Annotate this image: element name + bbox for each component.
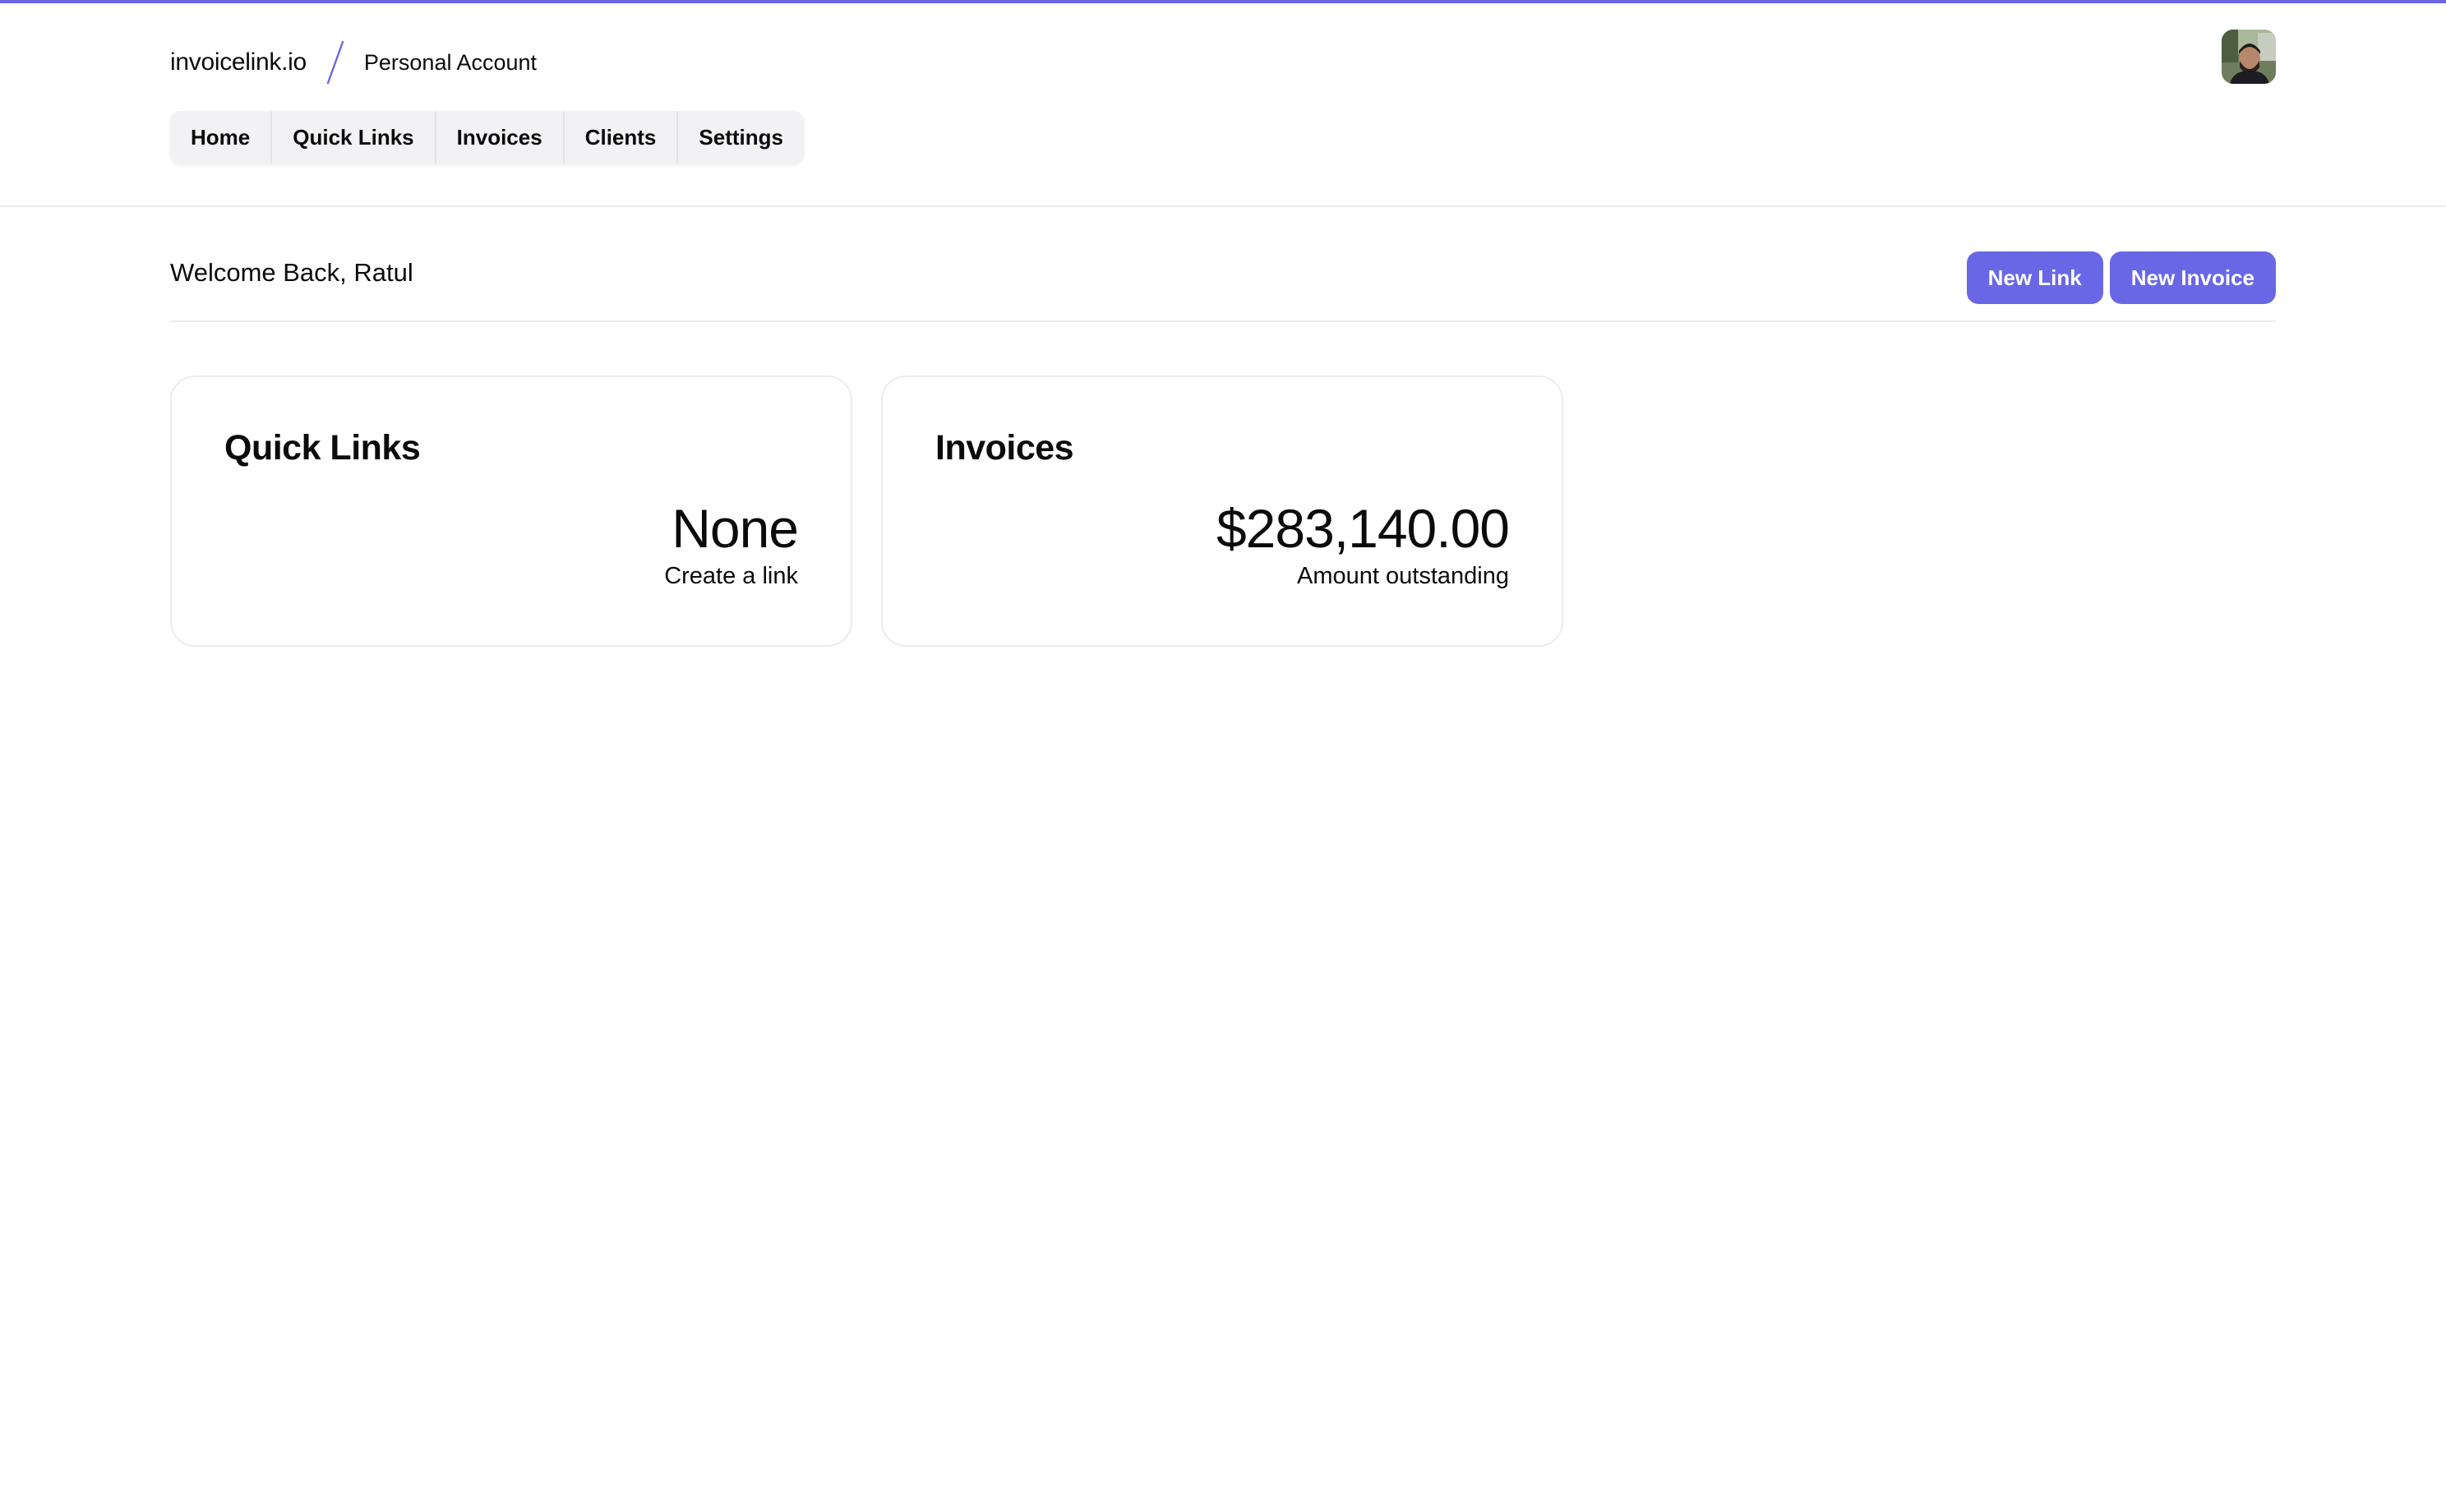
invoices-card[interactable]: Invoices $283,140.00 Amount outstanding — [881, 376, 1563, 647]
amount-outstanding-value: $283,140.00 — [1216, 498, 1510, 559]
action-buttons: New Link New Invoice — [1966, 251, 2276, 304]
account-switcher[interactable]: Personal Account — [364, 50, 537, 76]
nav-item-clients[interactable]: Clients — [565, 111, 679, 164]
brand-logo[interactable]: invoicelink.io — [170, 48, 307, 76]
nav-item-quick-links[interactable]: Quick Links — [272, 111, 436, 164]
card-title: Invoices — [935, 428, 1074, 468]
new-link-button[interactable]: New Link — [1966, 251, 2103, 304]
nav-item-settings[interactable]: Settings — [678, 111, 804, 164]
nav-item-home[interactable]: Home — [170, 111, 273, 164]
welcome-row: Welcome Back, Ratul New Link New Invoice — [170, 247, 2276, 322]
new-invoice-button[interactable]: New Invoice — [2109, 251, 2276, 304]
card-title: Quick Links — [224, 428, 421, 468]
app-header: invoicelink.io Personal Account Home Qui… — [0, 3, 2446, 207]
create-link-text[interactable]: Create a link — [664, 563, 798, 590]
nav-item-invoices[interactable]: Invoices — [436, 111, 565, 164]
brand-row: invoicelink.io Personal Account — [170, 36, 537, 89]
card-subtitle: Amount outstanding — [1297, 563, 1509, 589]
card-value: None — [671, 498, 799, 559]
slash-icon — [326, 39, 344, 85]
main-nav: Home Quick Links Invoices Clients Settin… — [170, 111, 804, 164]
quick-links-card[interactable]: Quick Links None Create a link — [170, 376, 852, 647]
welcome-message: Welcome Back, Ratul — [170, 258, 413, 287]
user-avatar[interactable] — [2222, 30, 2276, 84]
